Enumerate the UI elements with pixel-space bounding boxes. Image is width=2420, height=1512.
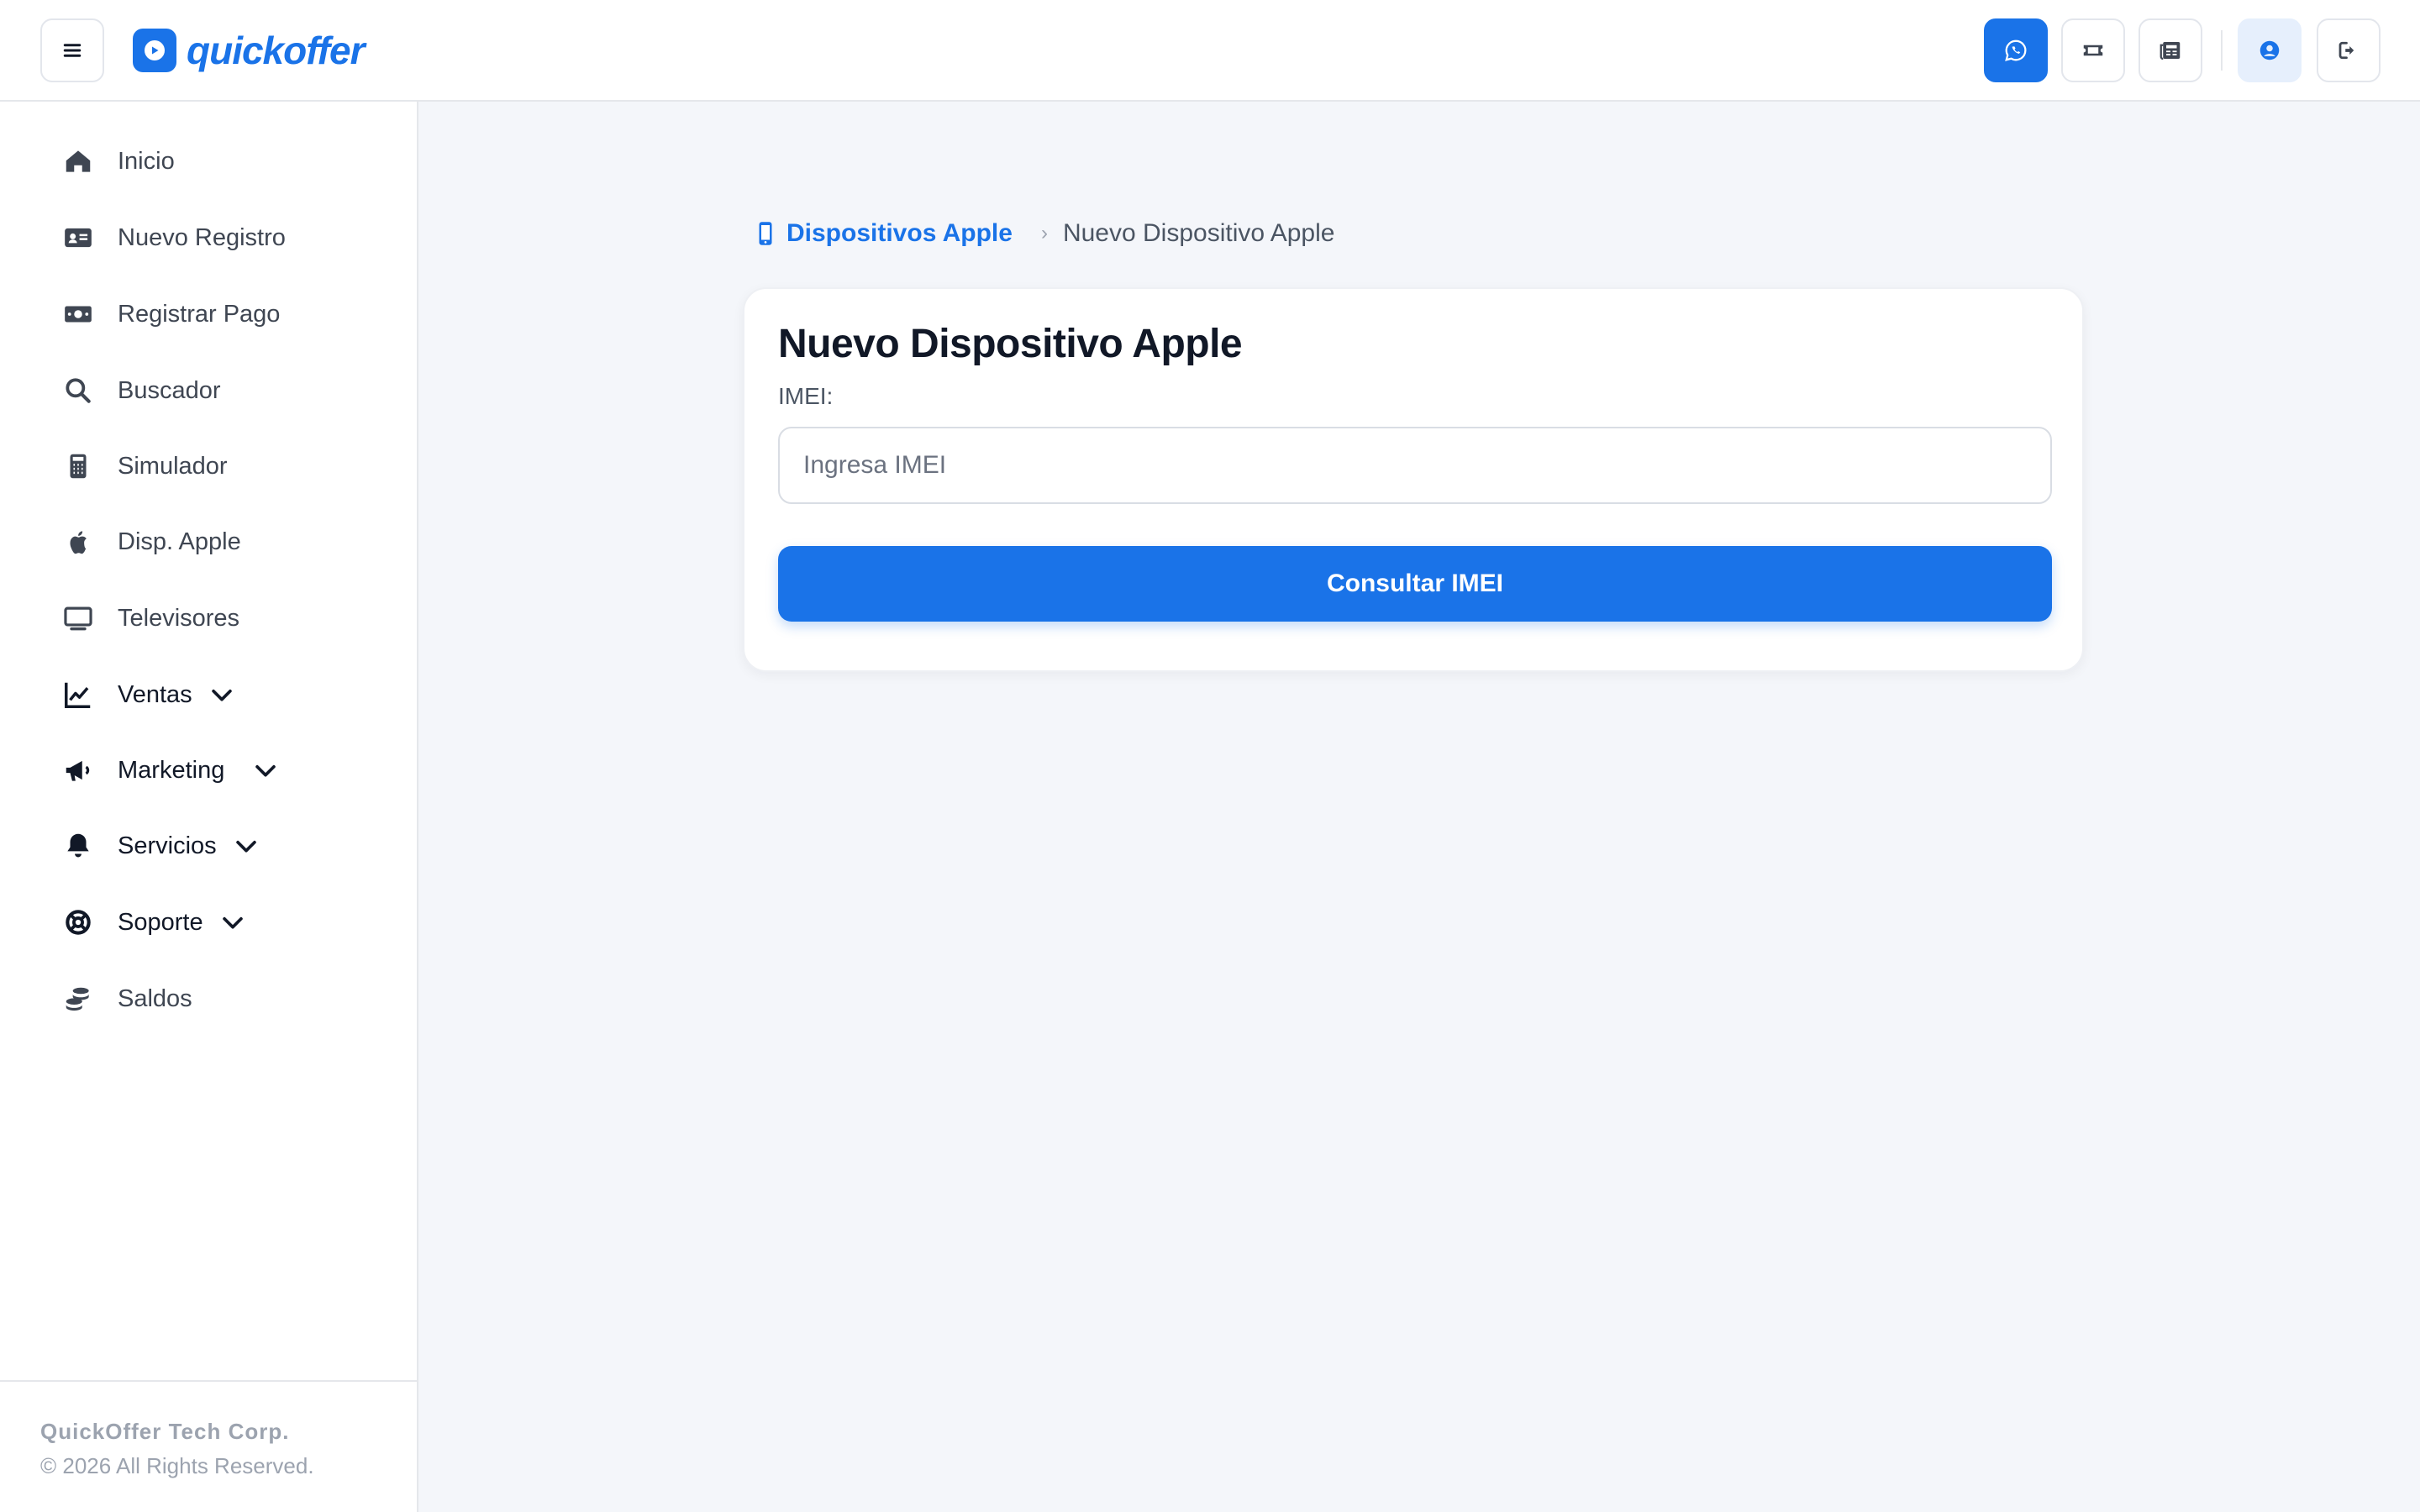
ticket-button[interactable] [2061, 18, 2125, 82]
coins-icon [60, 981, 96, 1016]
top-bar: quickoffer [0, 0, 2420, 102]
bell-icon [60, 828, 96, 864]
sidebar-item-label: Nuevo Registro [118, 223, 286, 251]
chevron-down-icon [255, 764, 276, 777]
whatsapp-button[interactable] [1984, 18, 2048, 82]
tv-icon [60, 601, 96, 636]
news-button[interactable] [2139, 18, 2202, 82]
chevron-down-icon [211, 689, 232, 701]
sidebar-item-label: Disp. Apple [118, 528, 241, 555]
header-divider [2221, 30, 2223, 71]
home-icon [60, 144, 96, 179]
sidebar-item-label: Servicios [118, 832, 217, 859]
sidebar-footer: QuickOffer Tech Corp. © 2026 All Rights … [0, 1380, 418, 1479]
imei-input[interactable] [778, 427, 2052, 504]
breadcrumb: Dispositivos Apple › Nuevo Dispositivo A… [755, 217, 1334, 250]
sidebar-item-label: Marketing [118, 756, 225, 784]
footer-copyright: © 2026 All Rights Reserved. [40, 1453, 314, 1478]
consultar-imei-button[interactable]: Consultar IMEI [778, 546, 2052, 622]
logout-button[interactable] [2317, 18, 2381, 82]
sidebar-item-inicio[interactable]: Inicio [40, 132, 393, 191]
breadcrumb-separator: › [1040, 222, 1048, 244]
newspaper-icon [2160, 42, 2181, 60]
sidebar-item-label: Saldos [118, 984, 192, 1012]
menu-icon [63, 44, 82, 57]
megaphone-icon [60, 753, 96, 788]
logo-mark [133, 29, 176, 72]
mobile-phone-icon [759, 222, 772, 245]
sidebar-item-disp-apple[interactable]: Disp. Apple [40, 512, 393, 571]
sidebar-item-label: Televisores [118, 604, 240, 632]
sidebar-item-simulador[interactable]: Simulador [40, 437, 393, 496]
sidebar-item-buscador[interactable]: Buscador [40, 361, 393, 420]
ticket-icon [2083, 45, 2103, 56]
apple-icon [60, 524, 96, 559]
search-icon [60, 373, 96, 408]
sidebar-item-label: Simulador [118, 452, 228, 480]
sidebar-item-soporte[interactable]: Soporte [40, 893, 393, 952]
footer-company: QuickOffer Tech Corp. [40, 1419, 290, 1444]
imei-label: IMEI: [778, 383, 834, 409]
sidebar-item-televisores[interactable]: Televisores [40, 589, 393, 648]
page-title: Nuevo Dispositivo Apple [778, 322, 1243, 366]
sidebar-item-saldos[interactable]: Saldos [40, 969, 393, 1028]
chevron-down-icon [235, 840, 256, 853]
breadcrumb-link-dispositivos-apple[interactable]: Dispositivos Apple [755, 219, 1013, 248]
user-button[interactable] [2238, 18, 2302, 82]
sidebar-item-registrar-pago[interactable]: Registrar Pago [40, 285, 393, 344]
calculator-icon [60, 449, 96, 484]
sidebar-item-marketing[interactable]: Marketing [40, 741, 393, 800]
menu-button[interactable] [40, 18, 104, 82]
sidebar-item-label: Buscador [118, 376, 221, 404]
breadcrumb-current: Nuevo Dispositivo Apple [1062, 219, 1335, 247]
sidebar-item-nuevo-registro[interactable]: Nuevo Registro [40, 208, 393, 267]
lifebuoy-icon [60, 905, 96, 940]
sidebar-item-label: Registrar Pago [118, 300, 281, 328]
money-icon [60, 297, 96, 332]
whatsapp-icon [2005, 39, 2027, 61]
logo[interactable]: quickoffer [133, 27, 366, 74]
user-circle-icon [2260, 40, 2280, 60]
chart-line-icon [60, 677, 96, 712]
sidebar-item-label: Soporte [118, 908, 203, 936]
id-card-icon [60, 220, 96, 255]
logo-text: quickoffer [187, 29, 366, 72]
chevron-down-icon [222, 916, 243, 929]
imei-form-card: Nuevo Dispositivo Apple IMEI: Consultar … [743, 287, 2084, 672]
sidebar-item-label: Inicio [118, 147, 175, 175]
sidebar-item-ventas[interactable]: Ventas [40, 665, 393, 724]
sidebar: Inicio Nuevo Registro Registrar Pago Bus… [0, 102, 418, 1512]
sidebar-item-label: Ventas [118, 680, 192, 708]
sidebar-item-servicios[interactable]: Servicios [40, 816, 393, 875]
breadcrumb-parent-label: Dispositivos Apple [786, 219, 1013, 247]
logout-icon [2338, 41, 2354, 60]
